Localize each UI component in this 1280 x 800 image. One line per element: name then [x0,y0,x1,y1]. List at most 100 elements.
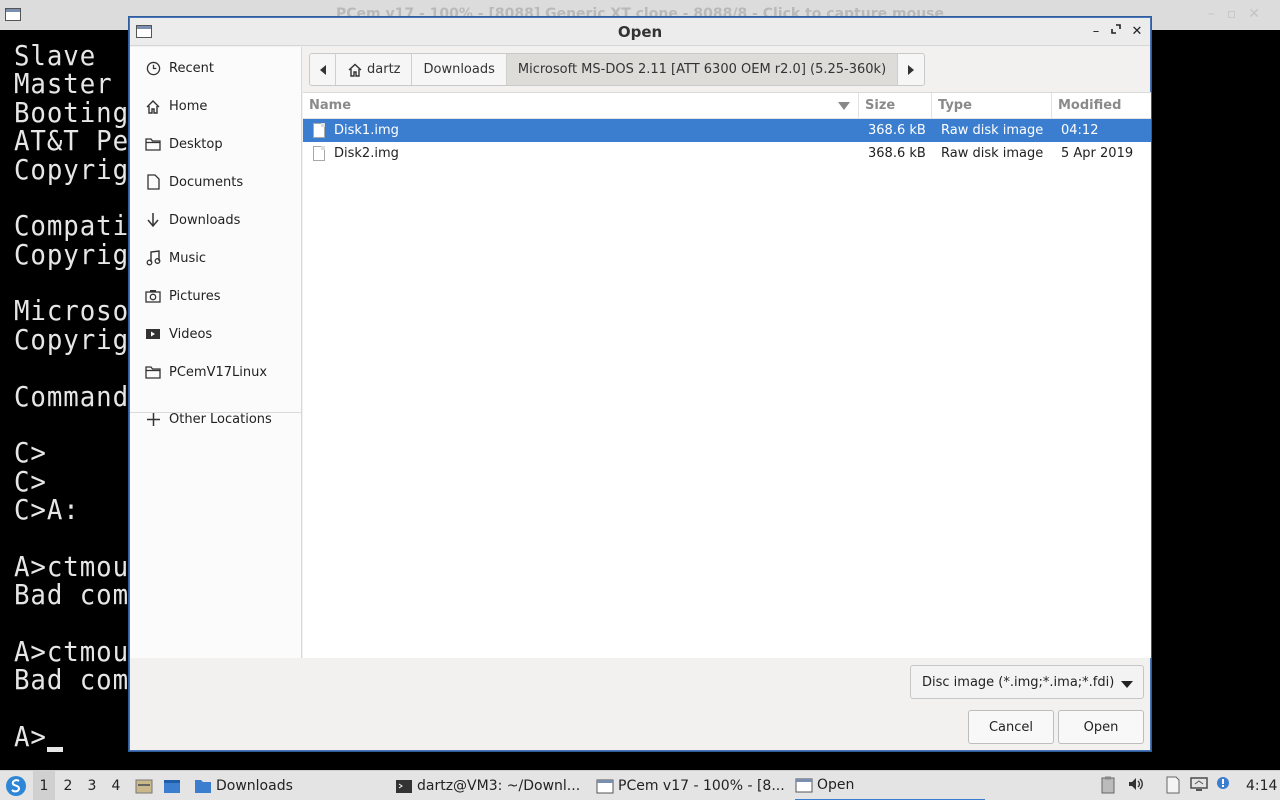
path-bar: dartz Downloads Microsoft MS-DOS 2.11 [A… [309,53,926,86]
close-button[interactable]: ✕ [1129,23,1145,41]
terminal-line: Booting [14,96,130,129]
folder-icon [145,136,161,152]
cancel-button[interactable]: Cancel [968,710,1054,744]
file-name: Disk1.img [334,123,399,138]
workspace-4[interactable]: 4 [105,771,127,800]
open-file-dialog: Open – ✕ Recent Home Desktop Documents Downl… [129,17,1151,751]
home-icon [145,98,161,114]
file-size: 368.6 kB [868,146,926,161]
sidebar-item-label: Music [169,250,206,266]
sidebar-item-label: Desktop [169,136,223,152]
terminal-line: Master [14,67,113,100]
sidebar-item-label: Pictures [169,288,221,304]
column-header-modified[interactable]: Modified [1052,93,1151,119]
folder-icon [194,779,211,793]
minimize-button[interactable]: – [1088,23,1104,41]
dialog-titlebar[interactable]: Open – ✕ [130,18,1150,46]
sidebar-item-label: Videos [169,326,213,342]
sidebar-item-videos[interactable]: Videos [130,318,301,350]
terminal-line: Microso [14,294,130,327]
column-header-size[interactable]: Size [859,93,932,119]
window-icon [596,779,614,794]
sidebar-item-home[interactable]: Home [130,90,301,122]
terminal-line: A> [14,720,47,753]
notes-icon[interactable] [1164,776,1182,794]
sidebar-item-label: Other Locations [169,411,272,427]
terminal-line: Bad com [14,578,130,611]
maximize-button[interactable] [1108,23,1124,41]
camera-icon [145,288,161,304]
file-type-filter[interactable]: Disc image (*.img;*.ima;*.fdi) [910,665,1144,699]
terminal-line: Copyrig [14,323,130,356]
sidebar-item-label: Recent [169,60,214,76]
column-header-name[interactable]: Name [303,93,859,119]
sidebar-item-other-locations[interactable]: Other Locations [130,403,301,435]
clock[interactable]: 4:14 [1246,771,1277,800]
terminal-line: C> [14,436,47,469]
file-modified: 04:12 [1061,123,1099,138]
file-row[interactable]: Disk1.img 368.6 kB Raw disk image 04:12 [303,119,1151,142]
sidebar-item-desktop[interactable]: Desktop [130,128,301,160]
terminal-line: C>A: [14,493,80,526]
file-list-header: Name Size Type Modified [303,93,1151,119]
sidebar-item-pictures[interactable]: Pictures [130,280,301,312]
background-window-controls[interactable]: –▫✕ [1208,6,1272,22]
desktop-icon [164,780,180,793]
dialog-title: Open [617,23,663,41]
column-header-type[interactable]: Type [932,93,1052,119]
task-downloads[interactable]: Downloads [194,771,389,800]
terminal-line: C> [14,465,47,498]
task-pcem[interactable]: PCem v17 - 100% - [8... [596,771,791,800]
terminal-icon [395,779,412,793]
terminal-line: A>ctmous [14,635,146,668]
clipboard-icon[interactable] [1099,776,1117,794]
sidebar-item-pcemv17linux[interactable]: PCemV17Linux [130,356,301,388]
terminal-line: Slave [14,39,97,72]
text-cursor [47,747,63,752]
terminal-line: Copyrig [14,153,130,186]
workspace-2[interactable]: 2 [57,771,79,800]
volume-icon[interactable] [1127,776,1145,794]
show-desktop-button[interactable] [161,771,183,800]
file-type: Raw disk image [941,123,1044,138]
path-segment-current[interactable]: Microsoft MS-DOS 2.11 [ATT 6300 OEM r2.0… [506,54,899,85]
workspace-3[interactable]: 3 [81,771,103,800]
file-list[interactable]: Name Size Type Modified Disk1.img 368.6 k… [303,92,1151,658]
maximize-icon [1111,24,1121,34]
network-icon[interactable] [1190,776,1208,794]
music-icon [145,250,161,266]
sort-down-icon [838,102,850,110]
workspace-1[interactable]: 1 [33,771,55,800]
sidebar-item-music[interactable]: Music [130,242,301,274]
clock-icon [145,60,161,76]
terminal-line: AT&T Pe [14,124,130,157]
terminal-line: Compati [14,209,130,242]
file-type: Raw disk image [941,146,1044,161]
arrow-left-icon [319,64,326,75]
file-name: Disk2.img [334,146,399,161]
notification-icon[interactable] [1215,776,1233,794]
path-segment-downloads[interactable]: Downloads [412,54,507,85]
sidebar-item-documents[interactable]: Documents [130,166,301,198]
file-icon [313,123,325,138]
task-terminal[interactable]: dartz@VM3: ~/Downl... [395,771,590,800]
start-menu-button[interactable] [3,771,29,800]
file-row[interactable]: Disk2.img 368.6 kB Raw disk image 5 Apr 201… [303,142,1151,165]
open-button[interactable]: Open [1058,710,1144,744]
file-modified: 5 Apr 2019 [1061,146,1134,161]
video-icon [145,326,161,342]
download-icon [145,212,161,228]
path-forward-button[interactable] [898,54,924,85]
sidebar-item-downloads[interactable]: Downloads [130,204,301,236]
places-sidebar: Recent Home Desktop Documents Downloads Music… [130,47,302,658]
task-label: Open [817,777,855,793]
task-open[interactable]: Open [795,771,985,800]
folder-icon [145,364,161,380]
path-back-button[interactable] [310,54,336,85]
path-segment-home[interactable]: dartz [336,54,413,85]
path-segment-home-label: dartz [367,62,401,77]
file-manager-launcher[interactable] [133,771,155,800]
sidebar-item-recent[interactable]: Recent [130,52,301,84]
taskbar: 1234 Downloads dartz@VM3: ~/Downl... PCem … [0,770,1280,800]
file-icon [313,146,325,161]
